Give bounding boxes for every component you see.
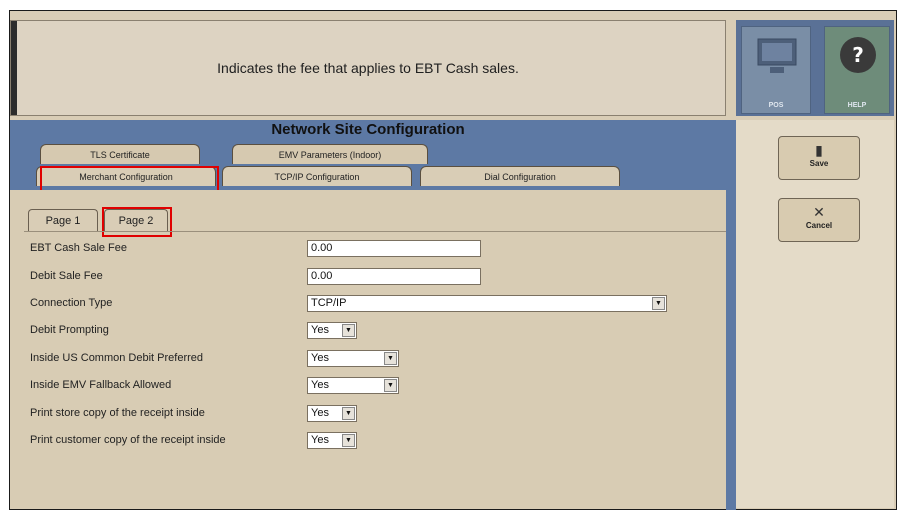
info-text: Indicates the fee that applies to EBT Ca… — [217, 60, 519, 76]
pos-button-label: POS — [768, 102, 784, 109]
pos-button[interactable]: POS — [741, 26, 811, 114]
chevron-down-icon[interactable]: ▼ — [342, 324, 355, 337]
inside-us-common-debit-value: Yes — [311, 352, 329, 364]
floppy-icon: ▮ — [815, 142, 823, 158]
chevron-down-icon[interactable]: ▼ — [384, 379, 397, 392]
help-button-label: HELP — [847, 102, 867, 109]
info-bar-edge — [11, 21, 17, 115]
debit-prompting-value: Yes — [311, 324, 329, 336]
connection-type-label: Connection Type — [30, 297, 113, 309]
chevron-down-icon[interactable]: ▼ — [342, 434, 355, 447]
connection-type-select[interactable]: TCP/IP ▼ — [307, 295, 667, 312]
chevron-down-icon[interactable]: ▼ — [384, 352, 397, 365]
ebt-cash-sale-fee-label: EBT Cash Sale Fee — [30, 242, 128, 254]
save-button-label: Save — [809, 159, 829, 168]
debit-prompting-label: Debit Prompting — [30, 324, 109, 336]
save-button[interactable]: ▮ Save — [778, 136, 860, 180]
panel-divider — [726, 120, 736, 510]
cancel-button-label: Cancel — [805, 221, 833, 230]
tab-emv-parameters[interactable]: EMV Parameters (Indoor) — [232, 144, 428, 164]
inside-us-common-debit-select[interactable]: Yes ▼ — [307, 350, 399, 367]
panel-title: Network Site Configuration — [271, 121, 465, 138]
connection-type-value: TCP/IP — [311, 297, 347, 309]
print-store-copy-label: Print store copy of the receipt inside — [30, 407, 205, 419]
svg-text:?: ? — [852, 43, 864, 67]
tab-tls-certificate[interactable]: TLS Certificate — [40, 144, 200, 164]
debit-sale-fee-label: Debit Sale Fee — [30, 270, 103, 282]
help-button[interactable]: ? HELP — [824, 26, 890, 114]
print-customer-copy-select[interactable]: Yes ▼ — [307, 432, 357, 449]
chevron-down-icon[interactable]: ▼ — [342, 407, 355, 420]
question-icon: ? — [840, 37, 876, 73]
chevron-down-icon[interactable]: ▼ — [652, 297, 665, 310]
content-area — [10, 190, 726, 508]
page-separator — [24, 231, 726, 232]
monitor-icon — [757, 38, 797, 73]
inside-emv-fallback-select[interactable]: Yes ▼ — [307, 377, 399, 394]
inside-us-common-debit-label: Inside US Common Debit Preferred — [30, 352, 204, 364]
debit-sale-fee-input[interactable]: 0.00 — [307, 268, 481, 285]
tab-dial-configuration[interactable]: Dial Configuration — [420, 166, 620, 186]
highlight-merchant-tab — [40, 166, 219, 193]
tab-tcpip-configuration[interactable]: TCP/IP Configuration — [222, 166, 412, 186]
inside-emv-fallback-value: Yes — [311, 379, 329, 391]
debit-prompting-select[interactable]: Yes ▼ — [307, 322, 357, 339]
print-store-copy-value: Yes — [311, 407, 329, 419]
x-icon: ✕ — [813, 204, 825, 220]
ebt-cash-sale-fee-input[interactable]: 0.00 — [307, 240, 481, 257]
print-store-copy-select[interactable]: Yes ▼ — [307, 405, 357, 422]
print-customer-copy-label: Print customer copy of the receipt insid… — [30, 434, 226, 446]
highlight-page-2 — [102, 207, 172, 237]
inside-emv-fallback-label: Inside EMV Fallback Allowed — [30, 379, 172, 391]
tab-page-1[interactable]: Page 1 — [28, 209, 98, 231]
print-customer-copy-value: Yes — [311, 434, 329, 446]
info-bar: Indicates the fee that applies to EBT Ca… — [10, 20, 726, 116]
cancel-button[interactable]: ✕ Cancel — [778, 198, 860, 242]
